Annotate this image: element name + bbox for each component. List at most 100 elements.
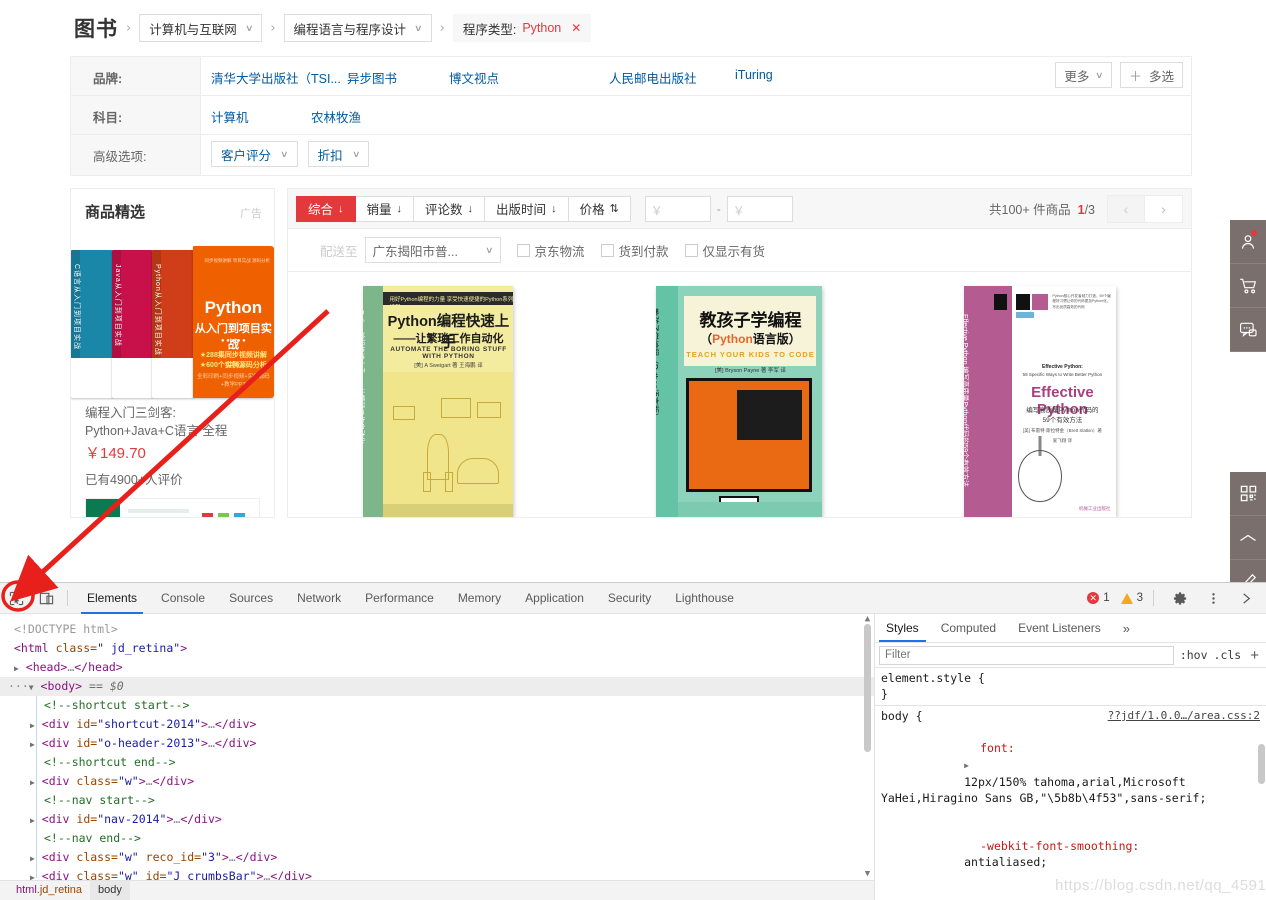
- sort-button-overall[interactable]: 综合 ↓: [296, 196, 356, 222]
- style-rule-element-style: element.style { }: [875, 668, 1266, 706]
- inspect-cursor-icon[interactable]: [3, 585, 30, 612]
- tab-security[interactable]: Security: [596, 583, 663, 614]
- ad-next-product-thumb[interactable]: [85, 498, 260, 518]
- product-3-byline-2: 爱飞翔 译: [1012, 438, 1112, 444]
- tab-application[interactable]: Application: [513, 583, 596, 614]
- style-declaration-font[interactable]: font: ▶ 12px/150% tahoma,arial,Microsoft…: [875, 724, 1266, 822]
- tab-styles[interactable]: Styles: [875, 614, 930, 642]
- checkbox-icon[interactable]: [685, 244, 698, 257]
- product-card[interactable]: Effective Python 编写高质量Python代码的59个有效方法 P…: [890, 286, 1191, 518]
- dom-tree-line[interactable]: <html class=" jd_retina">: [0, 639, 874, 658]
- advanced-select-discount[interactable]: 折扣 ∨: [308, 141, 370, 167]
- style-declaration-color[interactable]: color: #666;: [875, 886, 1266, 900]
- shipping-address-select[interactable]: 广东揭阳市普... ∨: [365, 237, 501, 263]
- checkbox-icon[interactable]: [517, 244, 530, 257]
- dom-tree-line[interactable]: ▶ <head>…</head>: [0, 658, 874, 677]
- rail-button-cart[interactable]: [1230, 264, 1266, 308]
- warning-count-indicator[interactable]: 3: [1121, 592, 1143, 604]
- tab-performance[interactable]: Performance: [353, 583, 446, 614]
- prev-page-button[interactable]: ‹: [1107, 195, 1145, 223]
- chevron-down-icon: ∨: [280, 149, 289, 160]
- scroll-down-arrow[interactable]: ▼: [862, 869, 873, 880]
- tab-sources[interactable]: Sources: [217, 583, 285, 614]
- sort-button-pubdate[interactable]: 出版时间 ↓: [485, 196, 569, 222]
- book-cover-title: Python: [193, 298, 274, 318]
- style-rule-selector[interactable]: element.style {: [875, 670, 1266, 686]
- sort-button-price[interactable]: 价格 ⇅: [569, 196, 631, 222]
- checkbox-icon[interactable]: [601, 244, 614, 257]
- filter-link-brand-1[interactable]: 异步图书: [347, 68, 397, 87]
- breadcrumb-dropdown-subcategory[interactable]: 编程语言与程序设计 ∨: [284, 14, 432, 42]
- dom-tree-line[interactable]: ▶ <div id="nav-2014">…</div>: [0, 810, 874, 829]
- new-style-rule-button[interactable]: +: [1247, 647, 1262, 664]
- checkbox-jd-logistics[interactable]: 京东物流: [517, 241, 585, 260]
- filter-link-brand-0[interactable]: 清华大学出版社（TSI...: [211, 68, 341, 87]
- tab-memory[interactable]: Memory: [446, 583, 513, 614]
- checkbox-cash-on-delivery[interactable]: 货到付款: [601, 241, 669, 260]
- advanced-select-rating[interactable]: 客户评分 ∨: [211, 141, 298, 167]
- style-declaration-font-smoothing[interactable]: -webkit-font-smoothing: antialiased;: [875, 822, 1266, 886]
- dom-tree-line[interactable]: ▶ <div class="w">…</div>: [0, 772, 874, 791]
- filter-label: 高级选项:: [71, 135, 201, 175]
- gear-icon[interactable]: [1167, 585, 1194, 612]
- hov-toggle[interactable]: :hov: [1180, 648, 1208, 662]
- close-icon[interactable]: [1233, 585, 1260, 612]
- dom-tree-line[interactable]: ▶ <div class="w" reco_id="3">…</div>: [0, 848, 874, 867]
- dom-tree-line[interactable]: <!--shortcut start-->: [0, 696, 874, 715]
- style-rules-list: element.style { } body { ??jdf/1.0.0…/ar…: [875, 668, 1266, 900]
- styles-more-tabs-icon[interactable]: »: [1112, 614, 1141, 642]
- filter-link-subject-0[interactable]: 计算机: [211, 107, 249, 126]
- sort-button-reviews[interactable]: 评论数 ↓: [414, 196, 485, 222]
- dom-tree-line[interactable]: <!DOCTYPE html>: [0, 620, 874, 639]
- rail-gap: [1230, 352, 1266, 472]
- dom-tree-line[interactable]: ▶ <div id="shortcut-2014">…</div>: [0, 715, 874, 734]
- dom-tree-line[interactable]: <!--nav start-->: [0, 791, 874, 810]
- dom-tree-line[interactable]: <!--nav end-->: [0, 829, 874, 848]
- tab-lighthouse[interactable]: Lighthouse: [663, 583, 746, 614]
- checkbox-in-stock-only[interactable]: 仅显示有货: [685, 241, 766, 260]
- more-vertical-icon[interactable]: [1200, 585, 1227, 612]
- styles-scrollbar-thumb[interactable]: [1258, 744, 1265, 784]
- product-card[interactable]: 教孩子学编程（Python语言版） 教孩子学编程 （Python语言版） TEA…: [589, 286, 890, 518]
- ad-book-stack-image[interactable]: C语言从入门到项目实战 Java从入门到项目实战 Python从入门到项目实战: [71, 238, 274, 398]
- ad-product-name-line2[interactable]: Python+Java+C语言 全程: [71, 422, 274, 440]
- filter-more-button[interactable]: 更多 ∨: [1055, 62, 1112, 88]
- close-icon[interactable]: ✕: [571, 21, 581, 35]
- product-cover-image-3[interactable]: Effective Python 编写高质量Python代码的59个有效方法 P…: [964, 286, 1116, 518]
- sort-button-sales[interactable]: 销量 ↓: [356, 196, 415, 222]
- rail-button-chat[interactable]: [1230, 308, 1266, 352]
- error-count-indicator[interactable]: ✕ 1: [1087, 592, 1109, 604]
- tab-event-listeners[interactable]: Event Listeners: [1007, 614, 1112, 642]
- product-card[interactable]: Python编程快速上手——让繁琐工作自动化 用好Python编程的力量 享受快…: [288, 286, 589, 518]
- tab-computed[interactable]: Computed: [930, 614, 1007, 642]
- device-toolbar-icon[interactable]: [33, 585, 60, 612]
- dom-scrollbar-thumb[interactable]: [864, 624, 871, 752]
- breadcrumb-dropdown-category[interactable]: 计算机与互联网 ∨: [139, 14, 262, 42]
- filter-link-brand-3[interactable]: 人民邮电出版社: [609, 68, 697, 87]
- ad-product-name-line1[interactable]: 编程入门三剑客:: [71, 398, 274, 422]
- tab-network[interactable]: Network: [285, 583, 353, 614]
- style-rule-source-link[interactable]: ??jdf/1.0.0…/area.css:2: [1108, 708, 1260, 724]
- rail-button-scroll-top[interactable]: [1230, 516, 1266, 560]
- dom-tree-line[interactable]: <!--shortcut end-->: [0, 753, 874, 772]
- dom-breadcrumb-html[interactable]: html.jd_retina: [8, 881, 90, 900]
- filter-multiselect-button[interactable]: ＋ 多选: [1120, 62, 1183, 88]
- filter-link-brand-2[interactable]: 博文视点: [449, 68, 499, 87]
- rail-button-account[interactable]: [1230, 220, 1266, 264]
- rail-button-qrcode[interactable]: [1230, 472, 1266, 516]
- cls-toggle[interactable]: .cls: [1214, 648, 1242, 662]
- product-cover-image-1[interactable]: Python编程快速上手——让繁琐工作自动化 用好Python编程的力量 享受快…: [363, 286, 513, 518]
- styles-filter-input[interactable]: [879, 646, 1174, 665]
- next-page-button[interactable]: ›: [1145, 195, 1183, 223]
- dom-tree-line[interactable]: ▶ <div id="o-header-2013">…</div>: [0, 734, 874, 753]
- filter-link-subject-1[interactable]: 农林牧渔: [311, 107, 361, 126]
- filter-link-brand-4[interactable]: iTuring: [735, 68, 773, 82]
- tab-console[interactable]: Console: [149, 583, 217, 614]
- dom-tree-line[interactable]: ···▼ <body> == $0: [0, 677, 874, 696]
- rail-button-feedback[interactable]: [1230, 560, 1266, 582]
- expand-triangle-icon[interactable]: ▶: [964, 761, 969, 770]
- tab-elements[interactable]: Elements: [75, 583, 149, 614]
- dom-breadcrumb-body[interactable]: body: [90, 881, 130, 900]
- product-cover-image-2[interactable]: 教孩子学编程（Python语言版） 教孩子学编程 （Python语言版） TEA…: [656, 286, 822, 518]
- dom-tree-panel[interactable]: <!DOCTYPE html><html class=" jd_retina">…: [0, 614, 875, 900]
